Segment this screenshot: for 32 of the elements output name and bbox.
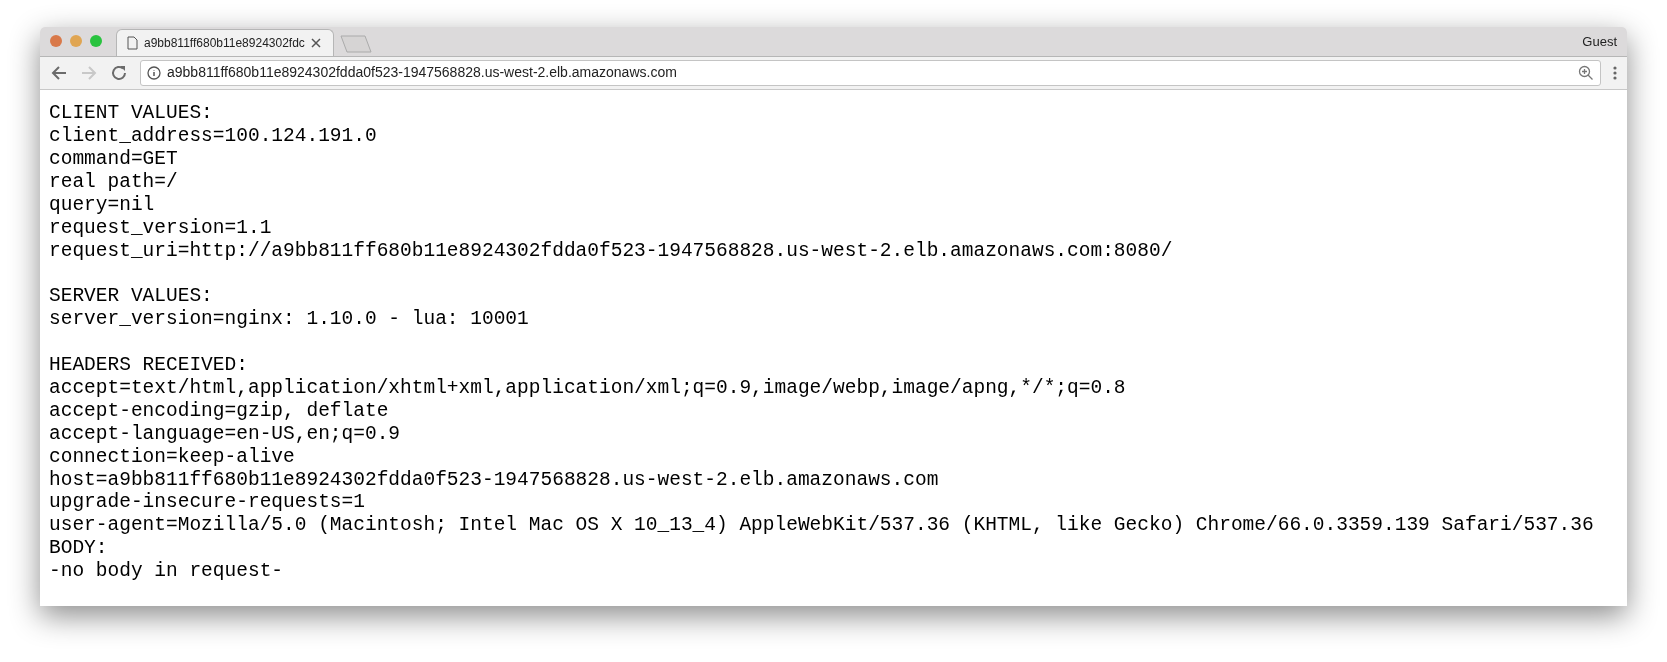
info-icon[interactable] [147,65,161,80]
value-line: HEADERS RECEIVED: [49,354,248,377]
value-line: user-agent=Mozilla/5.0 (Macintosh; Intel Mac OS X 10_13_4) AppleWebKit/537.36 (KHTML, like Gecko) Chrome/66.0.3359.139 Safari/537.36 [49,514,1594,538]
tab-title: a9bb811ff680b11e8924302fdc [144,34,305,52]
value-line: accept=text/html,application/xhtml+xml,application/xml;q=0.9,image/webp,image/apng,*/*;q=0.8 [49,376,1126,400]
value-line: upgrade-insecure-requests=1 [49,491,365,515]
value-line: request_uri=http://a9bb811ff680b11e8924302fdda0f523-1947568828.us-west-2.elb.amazonaws.com:8080/ [49,239,1173,263]
close-icon[interactable] [310,37,321,48]
value-line: query=nil [49,193,155,217]
value-line: client_address=100.124.191.0 [49,125,377,148]
value-line: BODY: [49,537,108,561]
value-line: command=GET [49,147,178,171]
value-line: host=a9bb811ff680b11e8924302fdda0f523-1947568828.us-west-2.elb.amazonaws.com [49,468,939,492]
close-window-icon[interactable] [50,35,62,48]
value-line: accept-encoding=gzip, deflate [49,399,389,423]
value-line: SERVER VALUES: [49,285,213,309]
menu-icon[interactable] [1613,65,1617,80]
value-line: CLIENT VALUES: [49,102,213,125]
value-line: accept-language=en-US,en;q=0.9 [49,422,401,446]
value-line: server_version=nginx: 1.10.0 - lua: 10001 [49,308,529,332]
value-line: request_version=1.1 [49,216,272,240]
zoom-in-icon[interactable] [1578,64,1594,81]
value-line: -no body in request- [49,560,284,584]
url-text: a9bb811ff680b11e8924302fdda0f523-1947568828.us-west-2.elb.amazonaws.com [167,63,677,83]
value-line: connection=keep-alive [49,445,295,469]
page-icon [127,35,138,50]
back-arrow-icon[interactable] [50,63,68,82]
browser-tab[interactable]: a9bb811ff680b11e8924302fdc [116,28,334,56]
address-bar[interactable]: a9bb811ff680b11e8924302fdda0f523-1947568828.us-west-2.elb.amazonaws.com [140,59,1601,86]
value-line: real path=/ [49,170,178,194]
profile-name[interactable]: Guest [1582,31,1617,52]
reload-icon[interactable] [110,63,128,82]
